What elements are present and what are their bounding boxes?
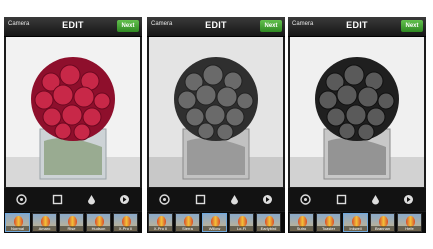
rotate-icon[interactable] bbox=[16, 194, 27, 205]
filter-label: Normal bbox=[6, 226, 29, 231]
filter-thumbnail[interactable]: Lo-Fi bbox=[229, 213, 254, 232]
filter-label: Willow bbox=[203, 226, 226, 231]
filter-thumbnail[interactable]: Toaster bbox=[316, 213, 341, 232]
next-button[interactable]: Next bbox=[117, 20, 139, 32]
lux-icon[interactable] bbox=[119, 194, 130, 205]
filter-label: Brannan bbox=[371, 226, 394, 231]
border-icon[interactable] bbox=[52, 194, 63, 205]
filter-thumbnail[interactable]: Brannan bbox=[370, 213, 395, 232]
top-bar: Camera EDIT Next bbox=[288, 17, 426, 37]
edit-screen-1: Camera EDIT Next Normal Amaro Rise Hudso… bbox=[4, 17, 142, 233]
filter-thumbnail[interactable]: Sutro bbox=[289, 213, 314, 232]
lux-icon[interactable] bbox=[262, 194, 273, 205]
tilt-shift-icon[interactable] bbox=[86, 194, 97, 205]
top-bar: Camera EDIT Next bbox=[147, 17, 285, 37]
border-icon[interactable] bbox=[195, 194, 206, 205]
filter-label: Amaro bbox=[33, 226, 56, 231]
tilt-shift-icon[interactable] bbox=[370, 194, 381, 205]
filter-thumbnail[interactable]: Willow bbox=[202, 213, 227, 232]
edit-toolbar bbox=[288, 188, 426, 211]
rotate-icon[interactable] bbox=[159, 194, 170, 205]
filter-label: Lo-Fi bbox=[230, 226, 253, 231]
edit-screen-3: Camera EDIT Next Sutro Toaster Inkwell B… bbox=[288, 17, 426, 233]
filter-thumbnail[interactable]: Earlybird bbox=[256, 213, 281, 232]
next-button[interactable]: Next bbox=[401, 20, 423, 32]
filter-label: X-Pro II bbox=[149, 226, 172, 231]
filter-label: Hudson bbox=[87, 226, 110, 231]
filter-label: Sierra bbox=[176, 226, 199, 231]
edit-toolbar bbox=[4, 188, 142, 211]
filter-label: Toaster bbox=[317, 226, 340, 231]
photo-preview bbox=[290, 37, 424, 187]
border-icon[interactable] bbox=[336, 194, 347, 205]
next-button[interactable]: Next bbox=[260, 20, 282, 32]
filter-thumbnail[interactable]: X-Pro II bbox=[148, 213, 173, 232]
filter-thumbnail[interactable]: Inkwell bbox=[343, 213, 368, 232]
filter-label: Sutro bbox=[290, 226, 313, 231]
filter-strip: Normal Amaro Rise Hudson X-Pro II bbox=[4, 212, 142, 233]
filter-thumbnail[interactable]: Sierra bbox=[175, 213, 200, 232]
filter-label: Earlybird bbox=[257, 226, 280, 231]
filter-label: Inkwell bbox=[344, 226, 367, 231]
top-bar: Camera EDIT Next bbox=[4, 17, 142, 37]
filter-strip: X-Pro II Sierra Willow Lo-Fi Earlybird bbox=[147, 212, 285, 233]
photo-preview bbox=[6, 37, 140, 187]
filter-label: Hefe bbox=[398, 226, 421, 231]
edit-screen-2: Camera EDIT Next X-Pro II Sierra Willow … bbox=[147, 17, 285, 233]
filter-label: Rise bbox=[60, 226, 83, 231]
photo-preview bbox=[149, 37, 283, 187]
filter-thumbnail[interactable]: Rise bbox=[59, 213, 84, 232]
lux-icon[interactable] bbox=[403, 194, 414, 205]
filter-strip: Sutro Toaster Inkwell Brannan Hefe bbox=[288, 212, 426, 233]
filter-label: X-Pro II bbox=[114, 226, 137, 231]
filter-thumbnail[interactable]: Amaro bbox=[32, 213, 57, 232]
rotate-icon[interactable] bbox=[300, 194, 311, 205]
filter-thumbnail[interactable]: Hefe bbox=[397, 213, 422, 232]
tilt-shift-icon[interactable] bbox=[229, 194, 240, 205]
edit-toolbar bbox=[147, 188, 285, 211]
filter-thumbnail[interactable]: Normal bbox=[5, 213, 30, 232]
filter-thumbnail[interactable]: X-Pro II bbox=[113, 213, 138, 232]
filter-thumbnail[interactable]: Hudson bbox=[86, 213, 111, 232]
